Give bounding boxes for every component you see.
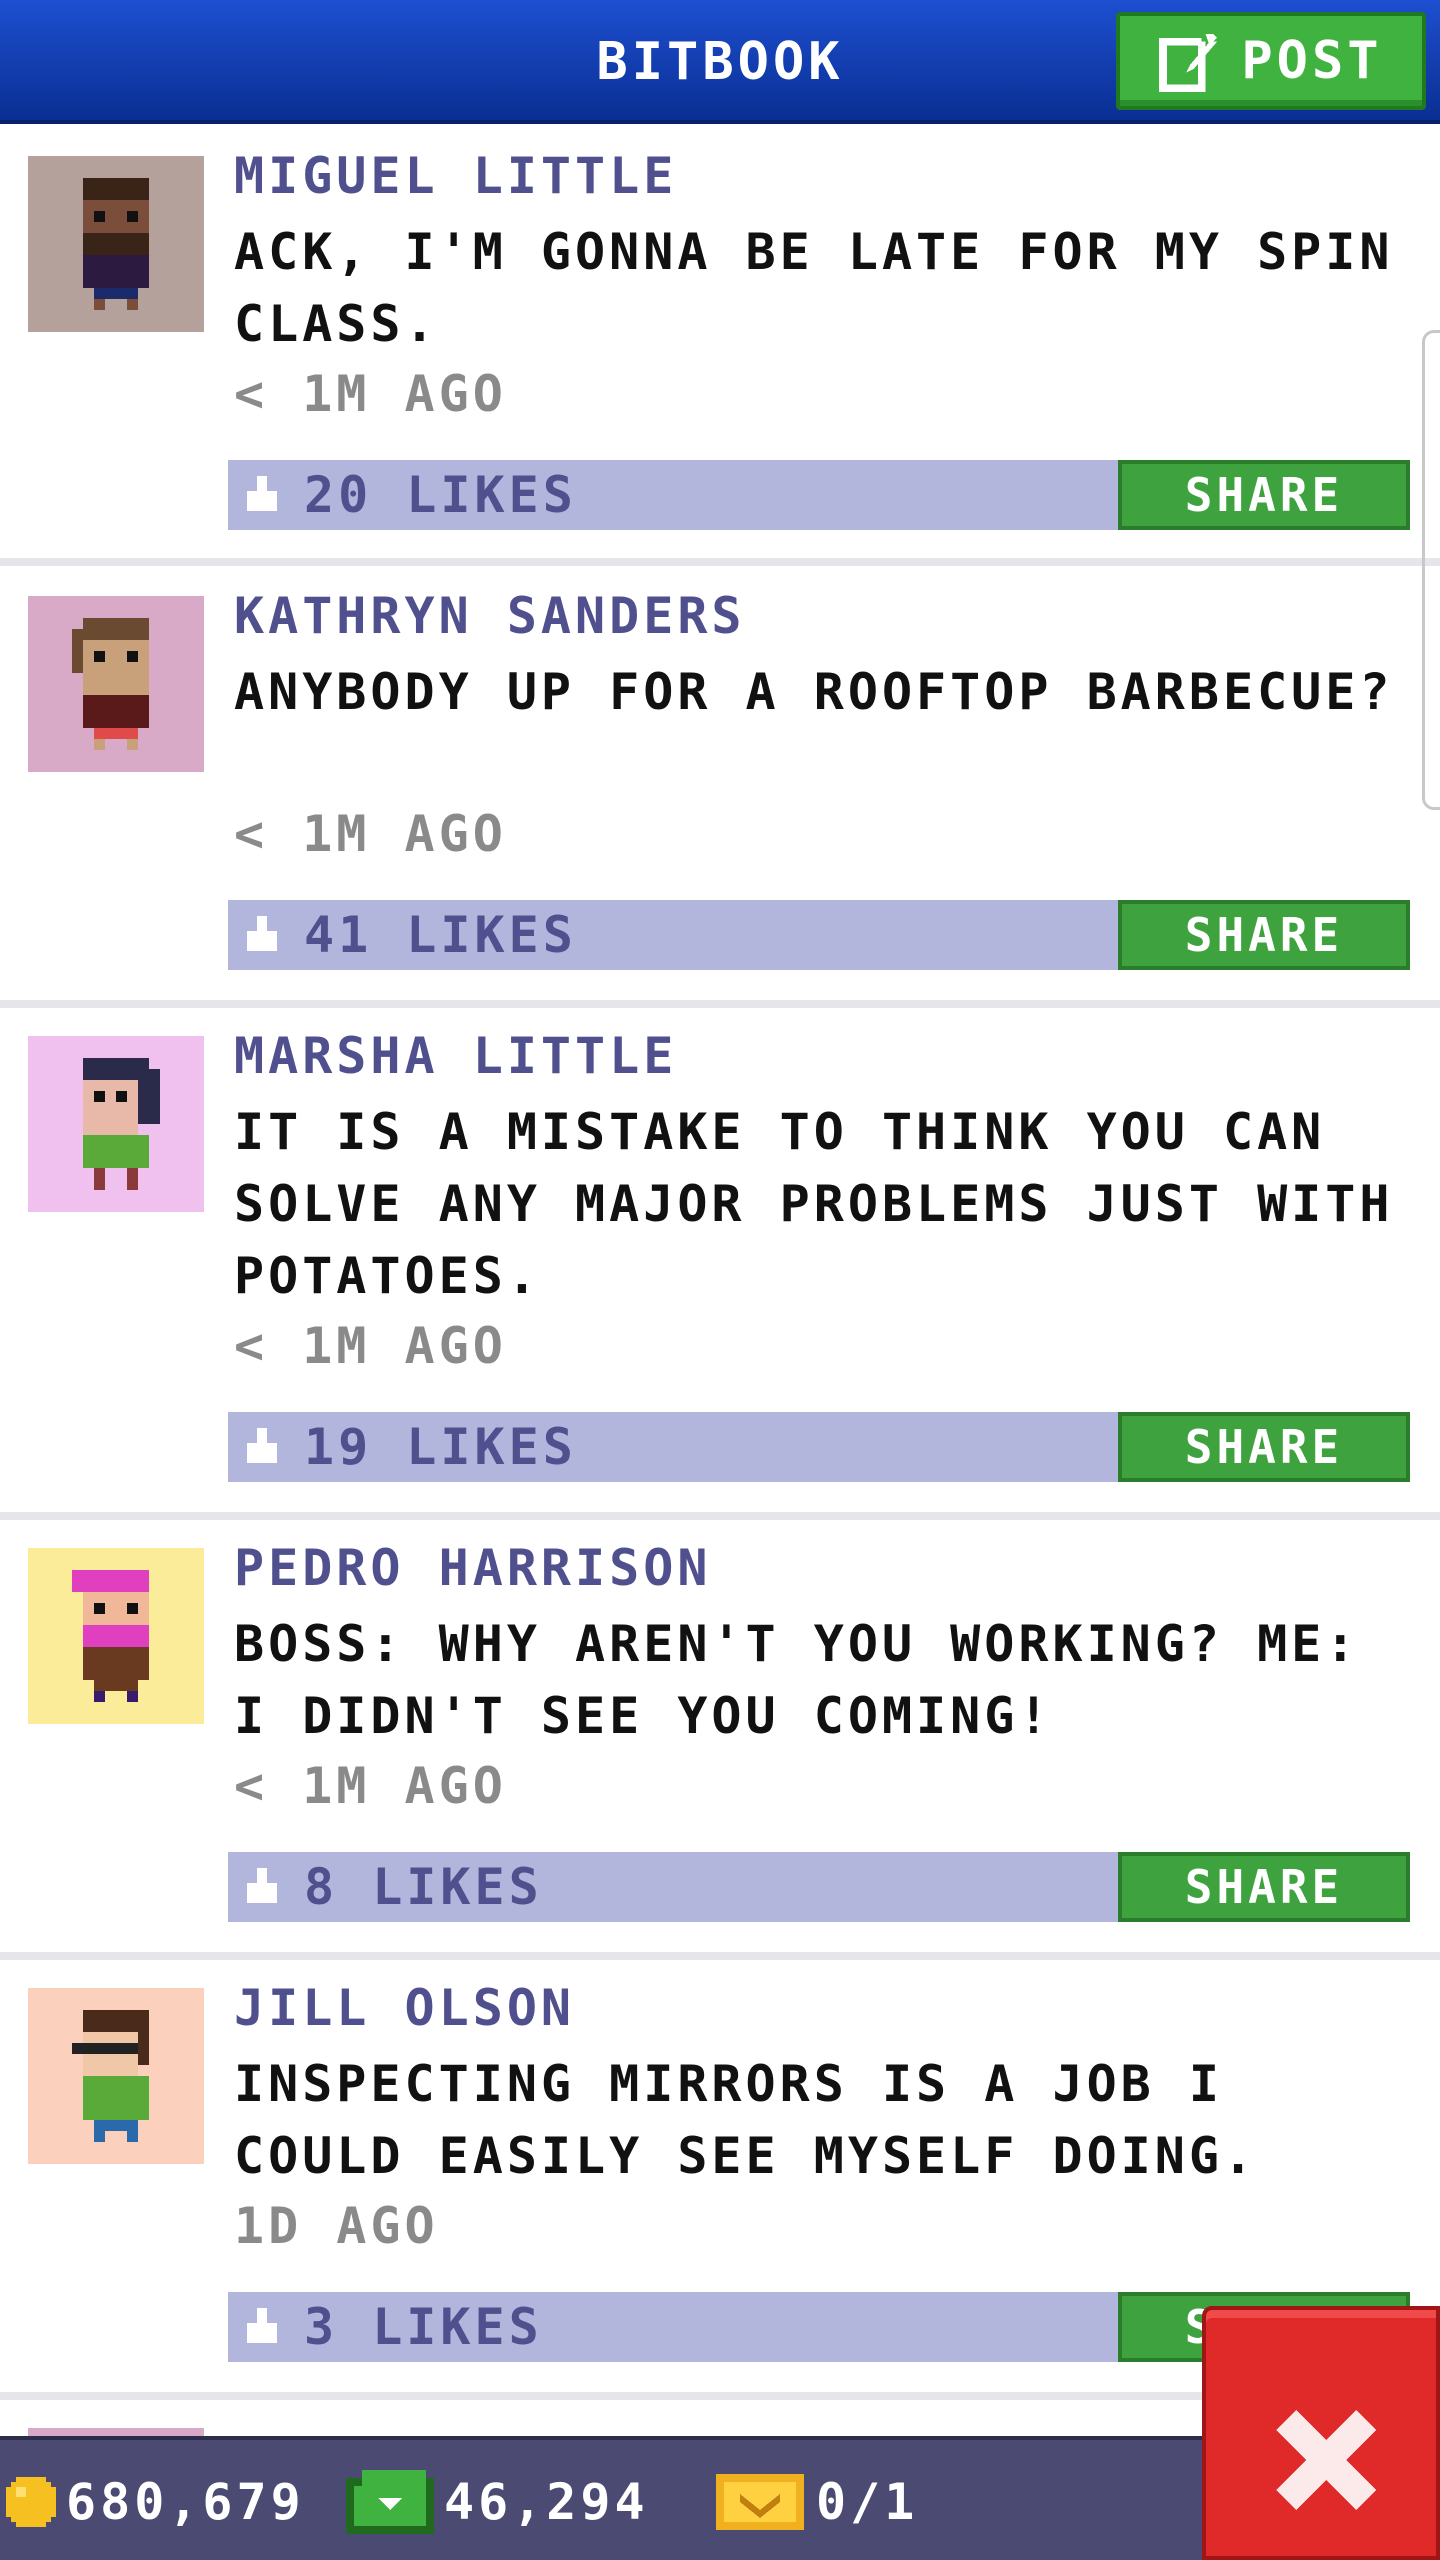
likes-bar: 41 LIKES SHARE [228,900,1410,970]
ticket-icon [716,2474,804,2530]
thumbs-up-icon[interactable] [242,1868,282,1908]
coins-value: 680,679 [66,2473,305,2531]
share-button[interactable]: SHARE [1118,1852,1410,1922]
likes-bar: 19 LIKES SHARE [228,1412,1410,1482]
post-time: 1D AGO [234,2197,439,2255]
tickets-value: 0/1 [816,2473,919,2531]
avatar[interactable] [28,156,204,332]
share-button[interactable]: SHARE [1118,1412,1410,1482]
avatar[interactable] [28,1988,204,2164]
likes-bar: 20 LIKES SHARE [228,460,1410,530]
share-button[interactable]: SHARE [1118,460,1410,530]
post-message: BOSS: WHY AREN'T YOU WORKING? ME: I DIDN… [234,1615,1360,1745]
bux-value: 46,294 [444,2473,649,2531]
avatar[interactable] [28,1036,204,1212]
share-button[interactable]: SHARE [1118,900,1410,970]
thumbs-up-icon[interactable] [242,916,282,956]
post-time: < 1M AGO [234,805,507,863]
post-time: < 1M AGO [234,1757,507,1815]
avatar[interactable] [28,596,204,772]
avatar[interactable] [28,1548,204,1724]
post-message: ACK, I'M GONNA BE LATE FOR MY SPIN CLASS… [234,223,1394,353]
post-author[interactable]: JILL OLSON [234,1978,575,2038]
likes-count: 20 LIKES [304,466,577,524]
thumbs-up-icon[interactable] [242,2308,282,2348]
app-header: BITBOOK POST [0,0,1440,124]
post-time: < 1M AGO [234,1317,507,1375]
scrollbar[interactable] [1422,330,1440,810]
post-button-label: POST [1241,31,1383,91]
post-author[interactable]: KATHRYN SANDERS [234,586,746,646]
post-time: < 1M AGO [234,365,507,423]
feed-post: MARSHA LITTLE IT IS A MISTAKE TO THINK Y… [0,1008,1440,1520]
coin-icon [6,2477,56,2527]
tickets-stat: 0/1 [714,2440,918,2560]
likes-count: 41 LIKES [304,906,577,964]
post-author[interactable]: MARSHA LITTLE [234,1026,677,1086]
post-message: IT IS A MISTAKE TO THINK YOU CAN SOLVE A… [234,1103,1394,1305]
likes-count: 8 LIKES [304,1858,543,1916]
feed-post: MIGUEL LITTLE ACK, I'M GONNA BE LATE FOR… [0,128,1440,566]
post-author[interactable]: MIGUEL LITTLE [234,146,677,206]
thumbs-up-icon[interactable] [242,1428,282,1468]
likes-bar: 8 LIKES SHARE [228,1852,1410,1922]
bux-stat: 46,294 [346,2440,649,2560]
post-button[interactable]: POST [1116,12,1426,110]
coins-stat: 680,679 [6,2440,305,2560]
bux-icon [346,2470,434,2534]
post-author[interactable]: PEDRO HARRISON [234,1538,711,1598]
feed-post: PEDRO HARRISON BOSS: WHY AREN'T YOU WORK… [0,1520,1440,1960]
close-icon [1276,2410,1376,2510]
feed-post: KATHRYN SANDERS ANYBODY UP FOR A ROOFTOP… [0,568,1440,1008]
post-message: ANYBODY UP FOR A ROOFTOP BARBECUE? [234,663,1394,721]
close-button[interactable] [1202,2306,1440,2560]
thumbs-up-icon[interactable] [242,476,282,516]
likes-count: 19 LIKES [304,1418,577,1476]
likes-count: 3 LIKES [304,2298,543,2356]
compose-icon [1159,30,1222,92]
post-message: INSPECTING MIRRORS IS A JOB I COULD EASI… [234,2055,1258,2185]
